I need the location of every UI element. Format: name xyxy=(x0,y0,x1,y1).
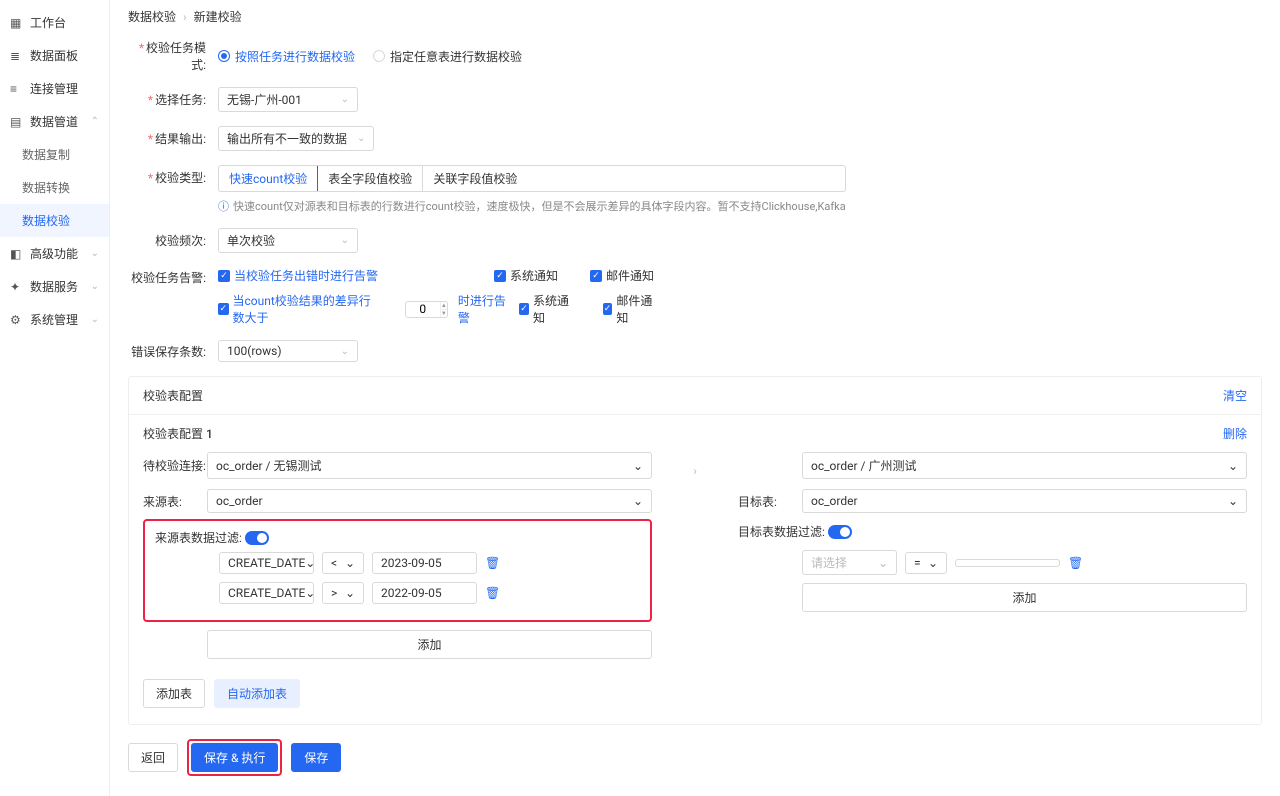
btn-save-run[interactable]: 保存 & 执行 xyxy=(191,743,278,772)
label-alarm: 校验任务告警: xyxy=(128,267,218,286)
type-full-field[interactable]: 表全字段值校验 xyxy=(318,166,423,191)
input-diff-threshold[interactable]: ▲▼ xyxy=(405,301,448,318)
label-src-conn: 待校验连接: xyxy=(143,457,207,474)
trash-icon[interactable]: 🗑 xyxy=(1068,556,1083,570)
gear-icon: ⚙ xyxy=(10,313,24,327)
btn-auto-add-table[interactable]: 自动添加表 xyxy=(214,679,300,708)
sidebar-item-copy[interactable]: 数据复制 xyxy=(0,138,109,171)
label-src-table: 来源表: xyxy=(143,493,207,510)
label-select-task: *选择任务: xyxy=(128,91,218,108)
chk-sys-notify-2[interactable]: ✓系统通知 xyxy=(519,292,570,326)
sidebar-item-verify[interactable]: 数据校验 xyxy=(0,204,109,237)
chevron-down-icon: ⌄ xyxy=(1228,459,1238,473)
chevron-down-icon: ⌄ xyxy=(1228,494,1238,508)
label-task-mode: *校验任务模式: xyxy=(128,39,218,73)
sidebar: ▦工作台 ≣数据面板 ≡连接管理 ▤数据管道⌃ 数据复制 数据转换 数据校验 ◧… xyxy=(0,0,110,796)
sidebar-item-pipeline[interactable]: ▤数据管道⌃ xyxy=(0,105,109,138)
service-icon: ✦ xyxy=(10,280,24,294)
breadcrumb-root[interactable]: 数据校验 xyxy=(128,10,176,24)
save-run-highlight: 保存 & 执行 xyxy=(187,739,282,776)
label-dst-table: 目标表: xyxy=(738,493,802,510)
arrow-icon: › xyxy=(680,452,710,489)
verify-type-info: ⓘ快速count仅对源表和目标表的行数进行count校验，速度极快，但是不会展示… xyxy=(218,198,846,214)
btn-dst-add-filter[interactable]: 添加 xyxy=(802,583,1247,612)
switch-dst-filter[interactable] xyxy=(828,525,852,539)
src-filter-val-0[interactable]: 2023-09-05 xyxy=(372,552,477,574)
btn-add-table[interactable]: 添加表 xyxy=(143,679,205,708)
link-icon: ≡ xyxy=(10,82,24,96)
dst-filter-op-0[interactable]: =⌄ xyxy=(905,552,947,574)
panel-sub-title: 校验表配置 1 xyxy=(143,425,213,442)
sidebar-item-transform[interactable]: 数据转换 xyxy=(0,171,109,204)
verify-type-group: 快速count校验 表全字段值校验 关联字段值校验 xyxy=(218,165,846,192)
chevron-down-icon: ⌄ xyxy=(341,235,349,246)
select-src-table[interactable]: oc_order⌄ xyxy=(207,489,652,513)
breadcrumb-current: 新建校验 xyxy=(194,10,242,24)
sidebar-item-workbench[interactable]: ▦工作台 xyxy=(0,6,109,39)
type-rel-field[interactable]: 关联字段值校验 xyxy=(423,166,527,191)
sidebar-item-advanced[interactable]: ◧高级功能⌄ xyxy=(0,237,109,270)
select-error-keep[interactable]: 100(rows)⌄ xyxy=(218,340,358,362)
label-error-keep: 错误保存条数: xyxy=(128,343,218,360)
breadcrumb: 数据校验 › 新建校验 xyxy=(128,0,1262,39)
select-dst-conn[interactable]: oc_order / 广州测试⌄ xyxy=(802,452,1247,479)
label-frequency: 校验频次: xyxy=(128,232,218,249)
btn-save[interactable]: 保存 xyxy=(291,743,341,772)
chevron-down-icon: ⌄ xyxy=(341,94,349,105)
alarm-diff-suffix: 时进行告警 xyxy=(458,292,509,326)
src-filter-val-1[interactable]: 2022-09-05 xyxy=(372,582,477,604)
src-filter-field-1[interactable]: CREATE_DATE⌄ xyxy=(219,582,314,604)
advanced-icon: ◧ xyxy=(10,247,24,261)
src-filter-field-0[interactable]: CREATE_DATE⌄ xyxy=(219,552,314,574)
sidebar-item-service[interactable]: ✦数据服务⌄ xyxy=(0,270,109,303)
src-filter-op-1[interactable]: >⌄ xyxy=(322,582,364,604)
sidebar-item-system[interactable]: ⚙系统管理⌄ xyxy=(0,303,109,336)
btn-back[interactable]: 返回 xyxy=(128,743,178,772)
chevron-down-icon: ⌄ xyxy=(91,281,99,292)
chk-mail-notify-2[interactable]: ✓邮件通知 xyxy=(603,292,654,326)
dst-filter-val-0[interactable] xyxy=(955,559,1060,567)
switch-src-filter[interactable] xyxy=(245,531,269,545)
label-verify-type: *校验类型: xyxy=(128,165,218,186)
sidebar-item-databoard[interactable]: ≣数据面板 xyxy=(0,39,109,72)
main-content: 数据校验 › 新建校验 *校验任务模式: 按照任务进行数据校验 指定任意表进行数… xyxy=(110,0,1280,796)
type-quick-count[interactable]: 快速count校验 xyxy=(219,166,318,191)
panel-delete[interactable]: 删除 xyxy=(1223,425,1247,442)
dashboard-icon: ▦ xyxy=(10,16,24,30)
chk-alarm-on-error[interactable]: ✓当校验任务出错时进行告警 xyxy=(218,267,378,284)
dst-filter-field-0[interactable]: 请选择⌄ xyxy=(802,550,897,575)
trash-icon[interactable]: 🗑 xyxy=(485,586,500,600)
panel-title: 校验表配置 xyxy=(143,387,203,404)
btn-src-add-filter[interactable]: 添加 xyxy=(207,630,652,659)
src-filter-op-0[interactable]: <⌄ xyxy=(322,552,364,574)
chevron-up-icon: ⌃ xyxy=(91,116,99,127)
select-result-output[interactable]: 输出所有不一致的数据⌄ xyxy=(218,126,374,151)
chk-mail-notify-1[interactable]: ✓邮件通知 xyxy=(590,267,654,284)
select-dst-table[interactable]: oc_order⌄ xyxy=(802,489,1247,513)
chk-alarm-on-diff[interactable]: ✓当count校验结果的差异行数大于 xyxy=(218,292,381,326)
radio-by-task[interactable]: 按照任务进行数据校验 xyxy=(218,48,355,65)
label-result-output: *结果输出: xyxy=(128,130,218,147)
select-src-conn[interactable]: oc_order / 无锡测试⌄ xyxy=(207,452,652,479)
label-src-filter: 来源表数据过滤: xyxy=(155,529,245,546)
chevron-down-icon: ⌄ xyxy=(357,133,365,144)
chevron-down-icon: ⌄ xyxy=(341,346,349,357)
info-icon: ⓘ xyxy=(218,198,229,214)
chevron-down-icon: ⌄ xyxy=(633,494,643,508)
select-task[interactable]: 无锡-广州-001⌄ xyxy=(218,87,358,112)
select-frequency[interactable]: 单次校验⌄ xyxy=(218,228,358,253)
chevron-down-icon: ⌄ xyxy=(633,459,643,473)
radio-any-table[interactable]: 指定任意表进行数据校验 xyxy=(373,48,522,65)
pipeline-icon: ▤ xyxy=(10,115,24,129)
sidebar-item-connection[interactable]: ≡连接管理 xyxy=(0,72,109,105)
board-icon: ≣ xyxy=(10,49,24,63)
chevron-down-icon: ⌄ xyxy=(91,314,99,325)
chevron-down-icon: ⌄ xyxy=(91,248,99,259)
panel-clear[interactable]: 清空 xyxy=(1223,387,1247,404)
chk-sys-notify-1[interactable]: ✓系统通知 xyxy=(494,267,558,284)
trash-icon[interactable]: 🗑 xyxy=(485,556,500,570)
src-filter-highlight: 来源表数据过滤: CREATE_DATE⌄ <⌄ 2023-09-05 🗑 xyxy=(143,519,652,622)
label-dst-filter: 目标表数据过滤: xyxy=(738,523,828,540)
verify-table-panel: 校验表配置 清空 校验表配置 1 删除 待校验连接: oc_order / 无锡… xyxy=(128,376,1262,725)
